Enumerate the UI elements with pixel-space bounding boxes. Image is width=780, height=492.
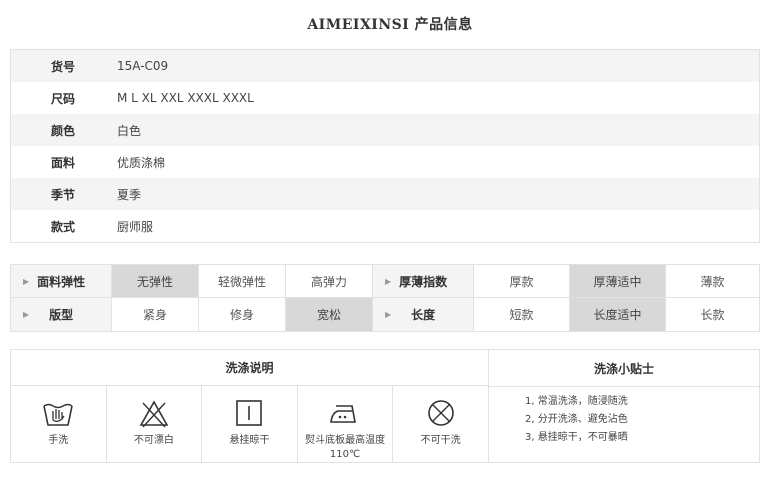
care-label: 不可干洗 [420, 435, 461, 446]
care-label: 手洗 [48, 435, 69, 446]
triangle-right-icon: ▶ [385, 276, 392, 286]
thickness-option-medium: 厚薄适中 [570, 265, 666, 297]
info-value: 白色 [117, 123, 142, 138]
no-dry-clean-icon [427, 400, 454, 426]
length-option-medium: 长度适中 [570, 298, 666, 331]
tip-line: 2, 分开洗涤、避免沾色 [525, 414, 628, 425]
care-header: 洗涤说明 [11, 350, 488, 386]
attribute-table: ▶ 面料弹性 无弹性 轻微弹性 高弹力 ▶ 厚薄指数 厚款 厚薄适中 薄款 ▶ … [10, 264, 760, 332]
hand-wash-icon [43, 403, 74, 426]
thickness-option-thin: 薄款 [700, 274, 725, 289]
length-option-short: 短款 [474, 298, 570, 331]
thickness-option-thick: 厚款 [474, 265, 570, 297]
care-label: 不可漂白 [133, 435, 174, 446]
care-icons-row: 手洗 不可漂白 悬挂晾干 熨斗底板最高温度110℃ 不可干洗 [11, 386, 488, 462]
tips-header: 洗涤小贴士 [489, 350, 759, 387]
care-label: 熨斗底板最高温度110℃ [305, 435, 386, 460]
attr-head-label: 面料弹性 [37, 274, 86, 289]
tips-list: 1, 常温洗涤，随浸随洗 2, 分开洗涤、避免沾色 3, 悬挂晾干，不可暴晒 [489, 387, 759, 447]
info-label: 款式 [51, 219, 76, 234]
info-row-size: 尺码 M L XL XXL XXXL XXXL [11, 82, 759, 114]
info-value: 15A-C09 [117, 59, 169, 73]
info-row-color: 颜色 白色 [11, 114, 759, 146]
no-bleach-icon [139, 400, 169, 428]
care-tips: 洗涤小贴士 1, 常温洗涤，随浸随洗 2, 分开洗涤、避免沾色 3, 悬挂晾干，… [489, 350, 759, 462]
tip-line: 1, 常温洗涤，随浸随洗 [525, 396, 628, 407]
info-label: 季节 [51, 187, 76, 202]
attr-head-label: 长度 [411, 308, 436, 322]
triangle-right-icon: ▶ [23, 276, 30, 286]
attr-head-fit: ▶ 版型 [11, 298, 112, 331]
info-label: 尺码 [51, 91, 76, 106]
elasticity-option-none: 无弹性 [112, 265, 199, 297]
elasticity-option-slight: 轻微弹性 [199, 265, 286, 297]
care-item-no-bleach: 不可漂白 [107, 386, 203, 462]
fit-option-loose: 宽松 [286, 298, 373, 331]
info-value: 厨师服 [117, 219, 154, 234]
care-instructions: 洗涤说明 手洗 不可漂白 悬挂晾干 熨斗底板最高温度110℃ 不可干洗 [11, 350, 489, 462]
attr-head-length: ▶ 长度 [373, 298, 474, 331]
care-item-hang-dry: 悬挂晾干 [202, 386, 298, 462]
tip-line: 3, 悬挂晾干，不可暴晒 [525, 432, 628, 443]
info-label: 面料 [51, 155, 76, 170]
elasticity-option-high: 高弹力 [286, 265, 373, 297]
length-option-long: 长款 [700, 308, 725, 322]
iron-icon [330, 405, 357, 423]
attr-head-thickness: ▶ 厚薄指数 [373, 265, 474, 297]
info-row-style: 款式 厨师服 [11, 210, 759, 242]
info-value: M L XL XXL XXXL XXXL [117, 91, 254, 105]
care-label: 悬挂晾干 [229, 435, 270, 446]
hang-dry-icon [236, 400, 263, 426]
attr-head-label: 厚薄指数 [399, 274, 448, 289]
attr-row-elasticity-thickness: ▶ 面料弹性 无弹性 轻微弹性 高弹力 ▶ 厚薄指数 厚款 厚薄适中 薄款 [11, 265, 759, 298]
page-title: AIMEIXINSI 产品信息 [307, 17, 473, 33]
fit-option-slim: 修身 [199, 298, 286, 331]
care-item-iron: 熨斗底板最高温度110℃ [298, 386, 394, 462]
info-value: 优质涤棉 [117, 155, 166, 170]
triangle-right-icon: ▶ [23, 310, 30, 319]
info-label: 货号 [51, 59, 76, 74]
info-row-fabric: 面料 优质涤棉 [11, 146, 759, 178]
info-row-season: 季节 夏季 [11, 178, 759, 210]
product-info-table: 货号 15A-C09 尺码 M L XL XXL XXXL XXXL 颜色 白色… [10, 49, 760, 243]
info-label: 颜色 [51, 123, 76, 138]
info-value: 夏季 [117, 187, 142, 202]
attr-head-elasticity: ▶ 面料弹性 [11, 265, 112, 297]
info-row-item-no: 货号 15A-C09 [11, 50, 759, 82]
attr-row-fit-length: ▶ 版型 紧身 修身 宽松 ▶ 长度 短款 长度适中 长款 [11, 298, 759, 331]
triangle-right-icon: ▶ [385, 310, 392, 319]
care-item-no-dry-clean: 不可干洗 [393, 386, 488, 462]
attr-head-label: 版型 [49, 308, 74, 322]
care-table: 洗涤说明 手洗 不可漂白 悬挂晾干 熨斗底板最高温度110℃ 不可干洗 洗涤小贴… [10, 349, 760, 463]
care-item-hand-wash: 手洗 [11, 386, 107, 462]
fit-option-tight: 紧身 [112, 298, 199, 331]
